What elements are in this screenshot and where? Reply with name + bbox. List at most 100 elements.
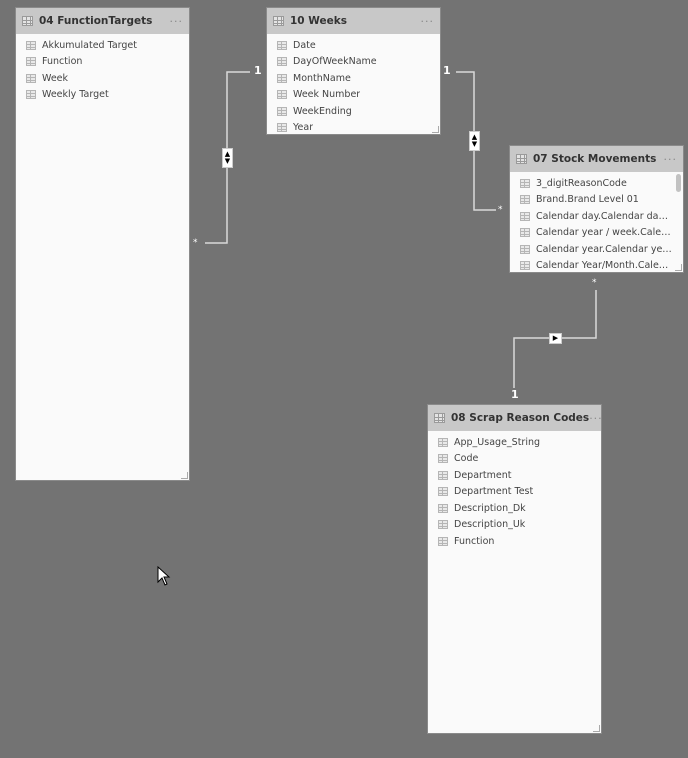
field-item[interactable]: Akkumulated Target <box>16 37 189 54</box>
field-list: Akkumulated Target Function Week Weekly … <box>16 34 189 103</box>
field-item[interactable]: Brand.Brand Level 01 <box>510 192 673 209</box>
field-list: 3_digitReasonCode Brand.Brand Level 01 C… <box>510 172 683 274</box>
table-card-functiontargets[interactable]: 04 FunctionTargets ··· Akkumulated Targe… <box>16 8 189 480</box>
more-options-button[interactable]: ··· <box>664 153 678 166</box>
arrow-right-icon: ▶ <box>552 334 559 342</box>
column-icon <box>438 454 448 464</box>
more-options-button[interactable]: ··· <box>589 412 603 425</box>
table-icon <box>516 154 527 164</box>
column-icon <box>277 106 287 116</box>
field-item[interactable]: Calendar day.Calendar day L... <box>510 208 673 225</box>
field-item[interactable]: Week Number <box>267 87 440 104</box>
field-item[interactable]: App_Usage_String <box>428 434 601 451</box>
field-item[interactable]: Description_Dk <box>428 500 601 517</box>
table-header[interactable]: 07 Stock Movements ··· <box>510 146 683 172</box>
column-icon <box>520 211 530 221</box>
field-list: Date DayOfWeekName MonthName Week Number… <box>267 34 440 136</box>
field-item[interactable]: Calendar Year/Month.Calend... <box>510 258 673 275</box>
table-title: 07 Stock Movements <box>533 153 657 165</box>
field-item[interactable]: Calendar year.Calendar year ... <box>510 241 673 258</box>
table-header[interactable]: 10 Weeks ··· <box>267 8 440 34</box>
field-label: App_Usage_String <box>454 436 541 448</box>
column-icon <box>277 73 287 83</box>
field-item[interactable]: Weekly Target <box>16 87 189 104</box>
field-item[interactable]: Year <box>267 120 440 137</box>
field-label: Department Test <box>454 486 534 498</box>
field-label: Description_Uk <box>454 519 526 531</box>
cardinality-one-label: 1 <box>511 388 519 401</box>
column-icon <box>520 228 530 238</box>
table-title: 04 FunctionTargets <box>39 15 153 27</box>
cross-filter-both-icon[interactable]: ▲ ▼ <box>222 148 233 168</box>
field-item[interactable]: Date <box>267 37 440 54</box>
arrow-down-icon: ▼ <box>224 157 231 165</box>
field-item[interactable]: Code <box>428 451 601 468</box>
column-icon <box>438 487 448 497</box>
field-label: Weekly Target <box>42 89 109 101</box>
field-label: Akkumulated Target <box>42 39 137 51</box>
table-card-weeks[interactable]: 10 Weeks ··· Date DayOfWeekName MonthNam… <box>267 8 440 134</box>
column-icon <box>26 57 36 67</box>
column-icon <box>438 520 448 530</box>
field-label: Date <box>293 39 316 51</box>
table-icon <box>22 16 33 26</box>
field-item[interactable]: Description_Uk <box>428 517 601 534</box>
field-label: Year <box>293 122 314 134</box>
column-icon <box>520 244 530 254</box>
column-icon <box>438 503 448 513</box>
scrollbar[interactable] <box>676 174 681 192</box>
more-options-button[interactable]: ··· <box>421 15 435 28</box>
field-item[interactable]: DayOfWeekName <box>267 54 440 71</box>
column-icon <box>26 40 36 50</box>
table-title: 08 Scrap Reason Codes <box>451 412 590 424</box>
field-item[interactable]: Department Test <box>428 484 601 501</box>
column-icon <box>438 470 448 480</box>
column-icon <box>438 437 448 447</box>
field-label: Code <box>454 453 479 465</box>
column-icon <box>277 57 287 67</box>
field-label: Calendar year / week.Calend... <box>536 227 673 239</box>
mouse-cursor-icon <box>157 566 171 586</box>
resize-handle[interactable] <box>675 264 682 271</box>
resize-handle[interactable] <box>593 725 600 732</box>
arrow-down-icon: ▼ <box>471 140 478 148</box>
column-icon <box>520 261 530 271</box>
field-item[interactable]: Calendar year / week.Calend... <box>510 225 673 242</box>
field-label: Department <box>454 469 512 481</box>
field-label: DayOfWeekName <box>293 56 377 68</box>
resize-handle[interactable] <box>181 472 188 479</box>
table-header[interactable]: 08 Scrap Reason Codes ··· <box>428 405 603 431</box>
table-card-stockmovements[interactable]: 07 Stock Movements ··· 3_digitReasonCode… <box>510 146 683 272</box>
cardinality-many-label: * <box>498 205 503 215</box>
table-title: 10 Weeks <box>290 15 347 27</box>
table-card-scrapreasoncodes[interactable]: 08 Scrap Reason Codes ··· App_Usage_Stri… <box>428 405 603 733</box>
field-item[interactable]: Department <box>428 467 601 484</box>
field-label: Description_Dk <box>454 502 526 514</box>
field-label: WeekEnding <box>293 105 352 117</box>
field-item[interactable]: MonthName <box>267 70 440 87</box>
field-label: Calendar Year/Month.Calend... <box>536 260 673 272</box>
field-label: Brand.Brand Level 01 <box>536 194 639 206</box>
field-item[interactable]: WeekEnding <box>267 103 440 120</box>
cardinality-one-label: 1 <box>254 64 262 77</box>
field-label: Week Number <box>293 89 361 101</box>
column-icon <box>277 123 287 133</box>
table-icon <box>434 413 445 423</box>
field-item[interactable]: Function <box>428 533 601 550</box>
field-item[interactable]: 3_digitReasonCode <box>510 175 673 192</box>
field-label: Week <box>42 72 69 84</box>
field-item[interactable]: Week <box>16 70 189 87</box>
column-icon <box>438 536 448 546</box>
table-header[interactable]: 04 FunctionTargets ··· <box>16 8 189 34</box>
column-icon <box>520 178 530 188</box>
cross-filter-both-icon[interactable]: ▲ ▼ <box>469 131 480 151</box>
cross-filter-single-icon[interactable]: ▶ <box>549 333 562 344</box>
table-icon <box>273 16 284 26</box>
field-list: App_Usage_String Code Department Departm… <box>428 431 601 550</box>
field-label: Calendar year.Calendar year ... <box>536 243 673 255</box>
resize-handle[interactable] <box>432 126 439 133</box>
cardinality-many-label: * <box>592 278 597 288</box>
field-item[interactable]: Function <box>16 54 189 71</box>
field-label: Calendar day.Calendar day L... <box>536 210 673 222</box>
more-options-button[interactable]: ··· <box>170 15 184 28</box>
